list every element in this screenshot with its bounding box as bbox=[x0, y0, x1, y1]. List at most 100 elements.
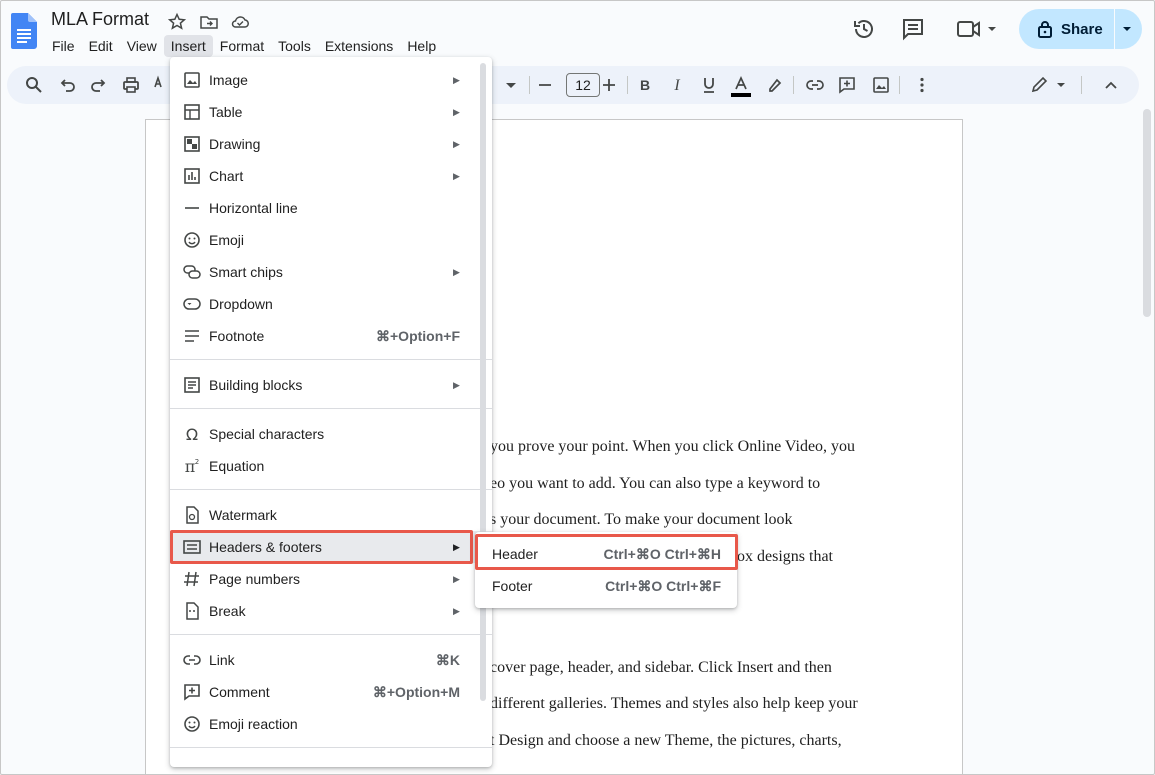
insert-link-icon[interactable] bbox=[805, 75, 825, 95]
drawing-icon bbox=[184, 136, 200, 152]
share-button[interactable]: Share bbox=[1019, 9, 1142, 49]
menu-item-emoji[interactable]: Emoji bbox=[170, 224, 492, 256]
table-icon bbox=[184, 104, 200, 120]
menu-item-building-blocks[interactable]: Building blocks ▶ bbox=[170, 369, 492, 401]
star-icon[interactable] bbox=[167, 12, 187, 32]
print-icon[interactable] bbox=[121, 75, 141, 95]
menu-item-break[interactable]: Break ▶ bbox=[170, 595, 492, 627]
pi-icon: π2 bbox=[185, 457, 199, 476]
menu-item-page-numbers[interactable]: Page numbers ▶ bbox=[170, 563, 492, 595]
more-options-icon[interactable] bbox=[912, 75, 932, 95]
menu-item-label: Special characters bbox=[209, 426, 325, 442]
redo-icon[interactable] bbox=[89, 75, 109, 95]
menu-format[interactable]: Format bbox=[213, 35, 271, 57]
menu-divider bbox=[170, 359, 492, 360]
font-size-input[interactable]: 12 bbox=[566, 73, 600, 97]
document-title[interactable]: MLA Format bbox=[51, 9, 149, 30]
increase-font-size-icon[interactable] bbox=[599, 75, 619, 95]
menu-item-label: Smart chips bbox=[209, 264, 283, 280]
menu-item-shortcut: ⌘+Option+M bbox=[372, 683, 460, 700]
menu-item-image[interactable]: Image ▶ bbox=[170, 64, 492, 96]
menu-item-shortcut: ⌘K bbox=[435, 651, 460, 668]
document-text-line: cover page, header, and sidebar. Click I… bbox=[490, 659, 832, 676]
menu-edit[interactable]: Edit bbox=[82, 35, 120, 57]
font-dropdown-icon[interactable] bbox=[501, 75, 521, 95]
menu-item-equation[interactable]: π2 Equation bbox=[170, 450, 492, 482]
meet-icon[interactable] bbox=[955, 16, 999, 42]
menu-divider bbox=[170, 747, 492, 748]
menu-item-smart-chips[interactable]: Smart chips ▶ bbox=[170, 256, 492, 288]
editing-mode-icon[interactable] bbox=[1029, 75, 1069, 95]
menu-item-label: Dropdown bbox=[209, 296, 273, 312]
bold-icon[interactable]: B bbox=[635, 75, 655, 95]
share-dropdown-icon[interactable] bbox=[1122, 25, 1132, 33]
menu-item-label: Horizontal line bbox=[209, 200, 298, 216]
document-text-line: eo you want to add. You can also type a … bbox=[490, 475, 821, 492]
menu-item-watermark[interactable]: Watermark bbox=[170, 499, 492, 531]
decrease-font-size-icon[interactable] bbox=[535, 75, 555, 95]
submenu-arrow-icon: ▶ bbox=[453, 138, 460, 149]
document-text-line: different galleries. Themes and styles a… bbox=[490, 695, 858, 712]
menu-item-horizontal-line[interactable]: Horizontal line bbox=[170, 192, 492, 224]
menu-item-footnote[interactable]: Footnote ⌘+Option+F bbox=[170, 320, 492, 352]
menu-extensions[interactable]: Extensions bbox=[318, 35, 400, 57]
move-folder-icon[interactable] bbox=[199, 12, 219, 32]
omega-icon: Ω bbox=[186, 425, 198, 444]
smart-chips-icon bbox=[183, 265, 201, 279]
menu-item-link[interactable]: Link ⌘K bbox=[170, 644, 492, 676]
italic-icon[interactable]: I bbox=[667, 75, 687, 95]
document-scrollbar[interactable] bbox=[1143, 109, 1151, 317]
menu-item-label: Emoji bbox=[209, 232, 245, 248]
version-history-icon[interactable] bbox=[851, 16, 877, 42]
menu-item-comment[interactable]: Comment ⌘+Option+M bbox=[170, 676, 492, 708]
menu-divider bbox=[170, 489, 492, 490]
text-color-icon[interactable] bbox=[731, 75, 751, 99]
submenu-arrow-icon: ▶ bbox=[453, 573, 460, 584]
emoji-reaction-icon bbox=[184, 716, 200, 732]
submenu-item-shortcut: Ctrl+⌘O Ctrl+⌘F bbox=[605, 577, 721, 594]
menu-item-shortcut: ⌘+Option+F bbox=[376, 327, 460, 344]
document-text-line: s your document. To make your document l… bbox=[490, 511, 793, 528]
underline-icon[interactable] bbox=[699, 75, 719, 95]
menu-tools[interactable]: Tools bbox=[271, 35, 318, 57]
menu-item-chart[interactable]: Chart ▶ bbox=[170, 160, 492, 192]
submenu-item-footer[interactable]: Footer Ctrl+⌘O Ctrl+⌘F bbox=[475, 570, 737, 602]
submenu-item-label: Footer bbox=[492, 578, 533, 594]
menu-item-label: Drawing bbox=[209, 136, 261, 152]
menu-item-label: Table bbox=[209, 104, 243, 120]
footnote-icon bbox=[185, 330, 199, 342]
menu-item-table[interactable]: Table ▶ bbox=[170, 96, 492, 128]
svg-text:I: I bbox=[673, 77, 680, 94]
menu-item-emoji-reaction[interactable]: Emoji reaction bbox=[170, 708, 492, 740]
dropdown-icon bbox=[183, 298, 201, 310]
submenu-arrow-icon: ▶ bbox=[453, 266, 460, 277]
menu-item-label: Page numbers bbox=[209, 571, 301, 587]
collapse-toolbar-icon[interactable] bbox=[1101, 75, 1121, 95]
menu-item-special-characters[interactable]: Ω Special characters bbox=[170, 418, 492, 450]
menu-item-label: Emoji reaction bbox=[209, 716, 298, 732]
cloud-saved-icon[interactable] bbox=[230, 12, 250, 32]
insert-menu: Image ▶ Table ▶ Drawing ▶ Chart ▶ Horizo… bbox=[170, 57, 492, 767]
docs-logo-icon[interactable] bbox=[11, 13, 37, 49]
comments-icon[interactable] bbox=[900, 16, 926, 42]
hash-icon bbox=[184, 571, 199, 587]
undo-icon[interactable] bbox=[57, 75, 77, 95]
menu-file[interactable]: File bbox=[45, 35, 82, 57]
menu-view[interactable]: View bbox=[120, 35, 164, 57]
insert-image-icon[interactable] bbox=[871, 75, 891, 95]
link-icon bbox=[183, 655, 201, 665]
svg-text:Ω: Ω bbox=[186, 425, 198, 444]
share-label: Share bbox=[1061, 20, 1103, 38]
highlight-icon[interactable] bbox=[765, 75, 785, 95]
menu-item-drawing[interactable]: Drawing ▶ bbox=[170, 128, 492, 160]
svg-text:π: π bbox=[185, 457, 196, 476]
menu-item-dropdown[interactable]: Dropdown bbox=[170, 288, 492, 320]
search-menus-icon[interactable] bbox=[24, 75, 44, 95]
menu-divider bbox=[170, 408, 492, 409]
submenu-arrow-icon: ▶ bbox=[453, 170, 460, 181]
add-comment-icon[interactable] bbox=[837, 75, 857, 95]
horizontal-line-icon bbox=[185, 207, 199, 209]
menu-help[interactable]: Help bbox=[400, 35, 443, 57]
image-icon bbox=[184, 72, 200, 88]
menu-insert[interactable]: Insert bbox=[163, 35, 213, 57]
